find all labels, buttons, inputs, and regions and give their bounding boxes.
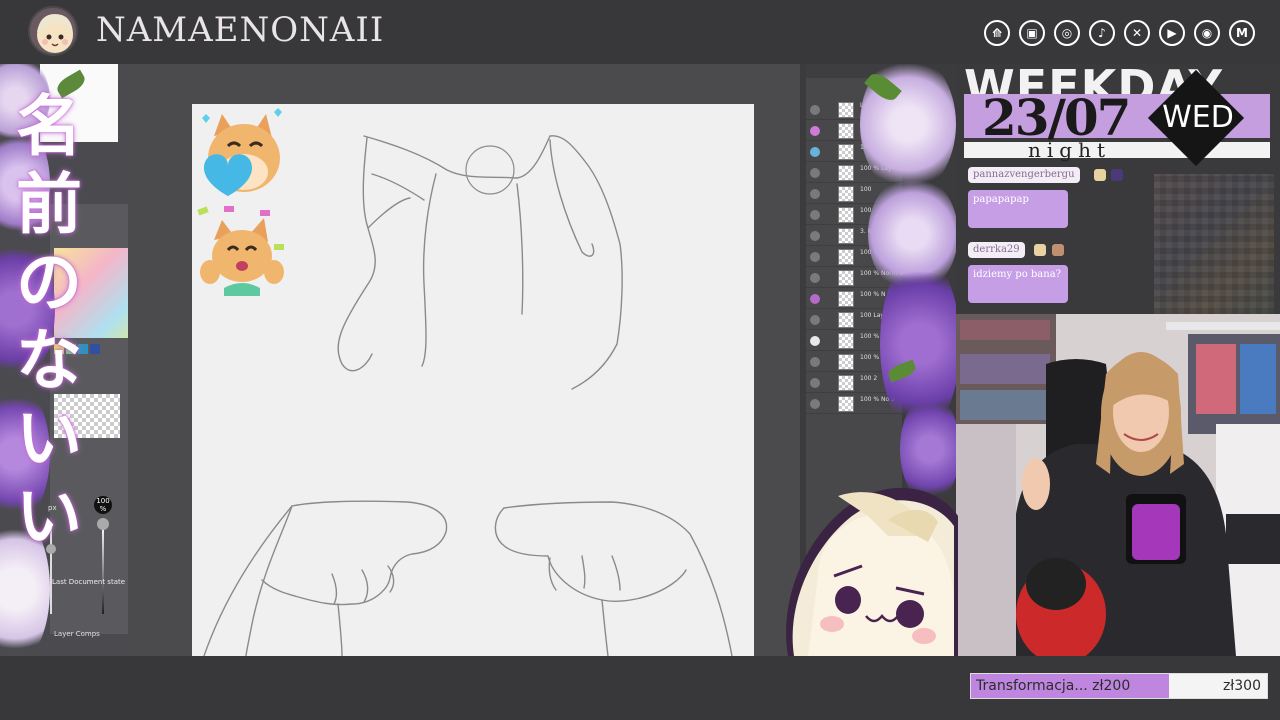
- opacity-value: 100: [96, 497, 110, 505]
- chat-username[interactable]: derrka29: [968, 242, 1025, 258]
- eye-icon[interactable]: [810, 168, 820, 178]
- eye-icon[interactable]: [810, 357, 820, 367]
- instagram-icon[interactable]: ◎: [1054, 20, 1080, 46]
- night-band: [964, 142, 1270, 158]
- eye-icon[interactable]: [810, 252, 820, 262]
- chat-badge-icon: [1094, 169, 1106, 181]
- layer-thumbnail: [838, 270, 854, 286]
- layer-thumbnail: [838, 123, 854, 139]
- chat-message: papapapap: [968, 190, 1068, 228]
- channel-name-kanji: 名 前 の な い い: [16, 88, 86, 556]
- drawing-workspace: [128, 64, 800, 656]
- chat-message: idziemy po bana?: [968, 265, 1068, 303]
- layer-thumbnail: [838, 207, 854, 223]
- swatch[interactable]: [90, 344, 100, 354]
- last-state-label: Last Document state: [52, 578, 126, 586]
- eye-icon[interactable]: [810, 273, 820, 283]
- goal-title: Transformacja... zł200: [976, 678, 1131, 694]
- kanji-char: の: [16, 244, 82, 321]
- eye-icon[interactable]: [810, 231, 820, 241]
- twitch-icon[interactable]: ▣: [1019, 20, 1045, 46]
- stream-layout: NAMAENONAII ⟰ ▣ ◎ ♪ ✕ ▶ ◉ M px 100% Laye…: [0, 0, 1280, 720]
- left-decoration: px 100% Layer Comps Last Document state …: [0, 64, 128, 656]
- layer-thumbnail: [838, 333, 854, 349]
- gmail-icon[interactable]: M: [1229, 20, 1255, 46]
- eye-icon[interactable]: [810, 210, 820, 220]
- layer-thumbnail: [838, 375, 854, 391]
- kanji-char: い: [16, 478, 82, 555]
- opacity-slider-track[interactable]: [102, 524, 104, 614]
- eye-icon[interactable]: [810, 126, 820, 136]
- day-of-week: WED: [1162, 100, 1234, 135]
- layer-thumbnail: [838, 396, 854, 412]
- chat-badge-icon: [1052, 244, 1064, 256]
- layer-thumbnail: [838, 354, 854, 370]
- layer-comps-label: Layer Comps: [54, 630, 100, 638]
- channel-name: NAMAENONAII: [96, 10, 385, 50]
- chat-badge-icon: [1111, 169, 1123, 181]
- mascot-chibi: [786, 487, 958, 656]
- eye-icon[interactable]: [810, 147, 820, 157]
- eye-icon[interactable]: [810, 315, 820, 325]
- tiktok-icon[interactable]: ♪: [1089, 20, 1115, 46]
- layer-thumbnail: [838, 291, 854, 307]
- eye-icon[interactable]: [810, 105, 820, 115]
- donation-goal: Transformacja... zł200 zł300: [970, 673, 1268, 699]
- kanji-char: 前: [16, 166, 82, 243]
- youtube-icon[interactable]: ▶: [1159, 20, 1185, 46]
- brush-cursor: [465, 145, 515, 195]
- eye-icon[interactable]: [810, 294, 820, 304]
- opacity-badge: 100%: [94, 496, 112, 514]
- sketch-lines: [203, 135, 733, 656]
- drawing-canvas[interactable]: [192, 104, 754, 656]
- eye-icon[interactable]: [810, 399, 820, 409]
- kanji-char: な: [16, 322, 82, 399]
- kanji-char: 名: [16, 88, 82, 165]
- eye-icon[interactable]: [810, 336, 820, 346]
- header-bar: NAMAENONAII ⟰ ▣ ◎ ♪ ✕ ▶ ◉ M: [0, 0, 1280, 64]
- layer-thumbnail: [838, 165, 854, 181]
- schedule-chat-overlay: WEEKDAY 23/07 night WED pannazvengerberg…: [956, 64, 1280, 316]
- webcam-feed: [956, 314, 1280, 656]
- webcam-image: [956, 314, 1280, 656]
- opacity-unit: %: [99, 505, 107, 513]
- opacity-slider-handle[interactable]: [97, 518, 109, 530]
- layer-thumbnail: [838, 228, 854, 244]
- channel-avatar: [28, 6, 78, 56]
- eye-icon[interactable]: [810, 189, 820, 199]
- chat-badge-icon: [1034, 244, 1046, 256]
- kanji-char: い: [16, 400, 82, 477]
- chat-username[interactable]: pannazvengerbergu: [968, 167, 1080, 183]
- social-links: ⟰ ▣ ◎ ♪ ✕ ▶ ◉ M: [984, 20, 1255, 46]
- x-icon[interactable]: ✕: [1124, 20, 1150, 46]
- discord-icon[interactable]: ◉: [1194, 20, 1220, 46]
- layer-thumbnail: [838, 102, 854, 118]
- linktree-icon[interactable]: ⟰: [984, 20, 1010, 46]
- layer-thumbnail: [838, 144, 854, 160]
- goal-target: zł300: [1222, 678, 1261, 694]
- layer-thumbnail: [838, 186, 854, 202]
- layer-thumbnail: [838, 312, 854, 328]
- background-mosaic: [1154, 174, 1274, 314]
- eye-icon[interactable]: [810, 378, 820, 388]
- time-of-day: night: [1028, 138, 1111, 162]
- layer-thumbnail: [838, 249, 854, 265]
